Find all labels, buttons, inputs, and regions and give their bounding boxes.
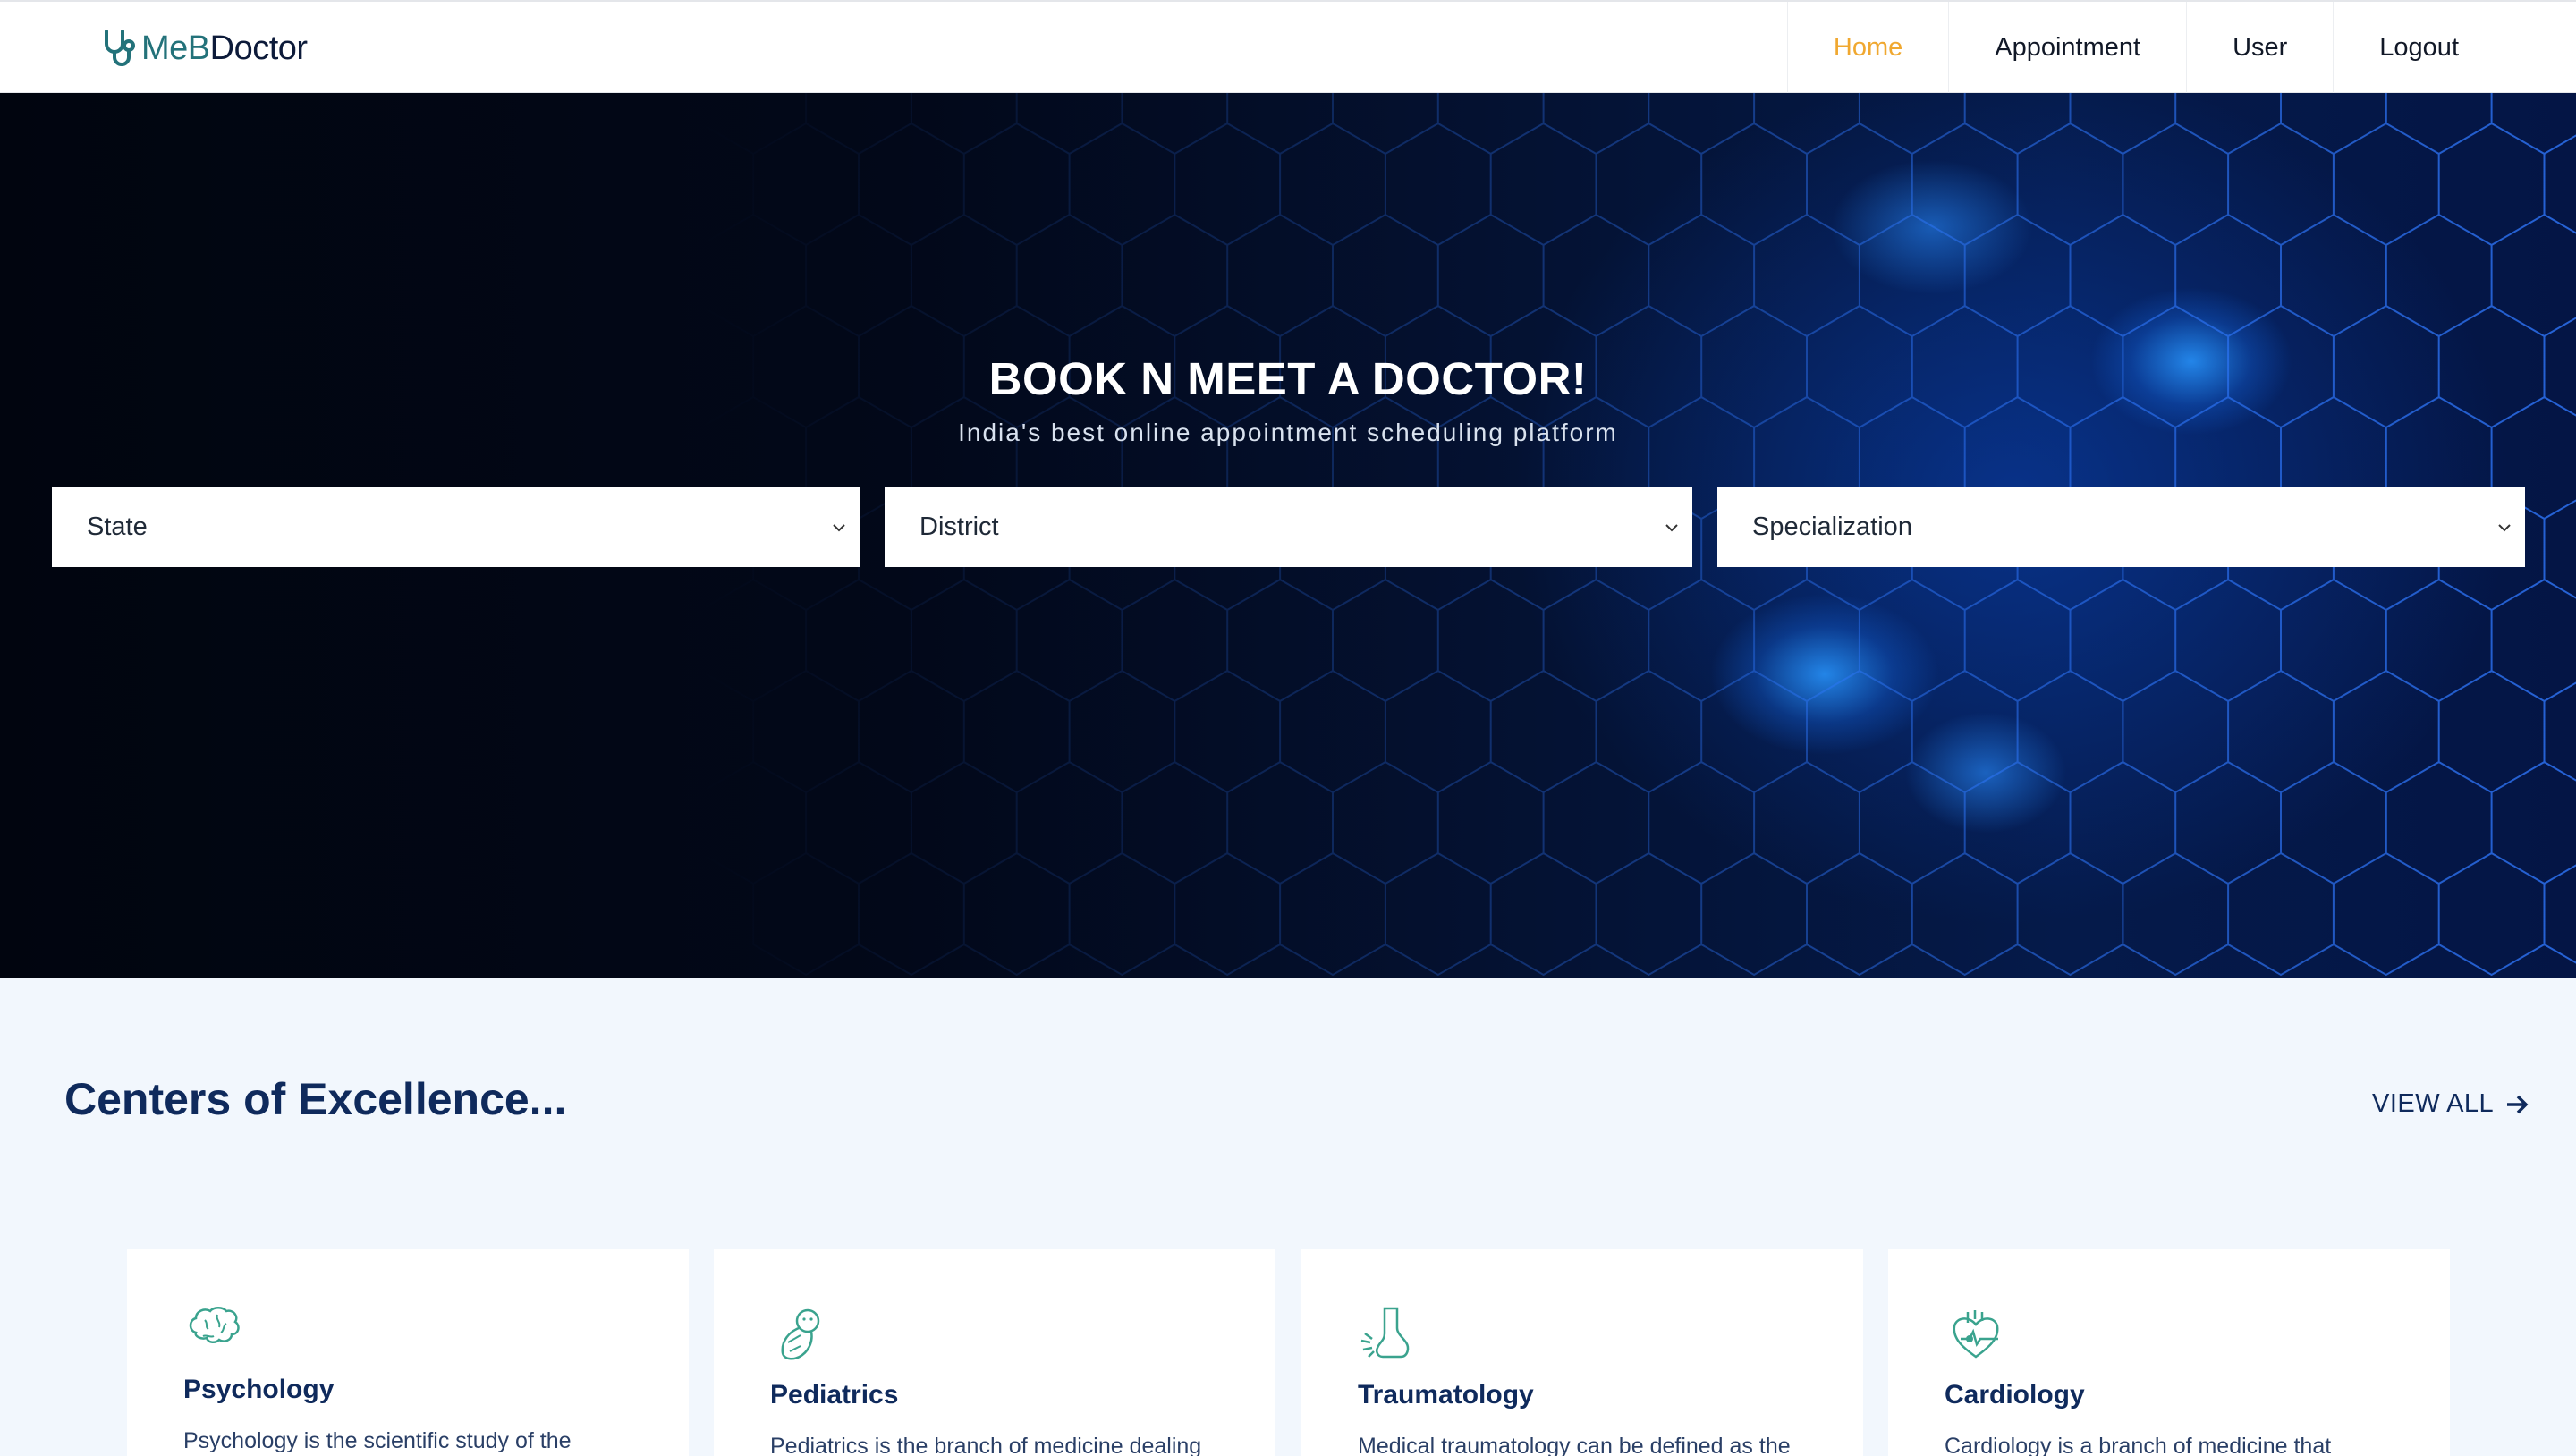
chevron-down-icon	[2498, 524, 2511, 532]
nav-home[interactable]: Home	[1786, 2, 1948, 93]
injured-foot-icon	[1360, 1307, 1410, 1359]
district-select-value: District	[919, 512, 999, 541]
view-all-link[interactable]: VIEW ALL	[2372, 1089, 2529, 1119]
chevron-down-icon	[1665, 524, 1678, 532]
card-title: Cardiology	[1945, 1380, 2085, 1409]
navbar: MeBDoctor Home Appointment User Logout	[0, 0, 2576, 93]
card-pediatrics[interactable]: Pediatrics Pediatrics is the branch of m…	[714, 1249, 1275, 1456]
brand-name-part2: Doctor	[209, 29, 308, 67]
card-title: Pediatrics	[770, 1380, 899, 1409]
card-title: Psychology	[183, 1375, 335, 1404]
brain-icon	[189, 1307, 240, 1343]
nav-appointment[interactable]: Appointment	[1948, 2, 2186, 93]
hero-title: BOOK N MEET A DOCTOR!	[988, 353, 1588, 404]
card-description: Cardiology is a branch of medicine that	[1945, 1434, 2332, 1456]
card-title: Traumatology	[1358, 1380, 1534, 1409]
state-select[interactable]: State	[52, 487, 860, 567]
nav-logout[interactable]: Logout	[2333, 2, 2504, 93]
card-description: Pediatrics is the branch of medicine dea…	[770, 1434, 1202, 1456]
nav-user[interactable]: User	[2186, 2, 2333, 93]
brand-name-part1: MeB	[141, 29, 210, 67]
brand-name: MeBDoctor	[141, 30, 308, 68]
specialization-select[interactable]: Specialization	[1717, 487, 2525, 567]
hero-banner: BOOK N MEET A DOCTOR! India's best onlin…	[0, 93, 2576, 978]
specialization-select-value: Specialization	[1752, 512, 1912, 541]
stethoscope-icon	[105, 30, 135, 66]
district-select[interactable]: District	[885, 487, 1692, 567]
card-description: Psychology is the scientific study of th…	[183, 1428, 572, 1453]
card-psychology[interactable]: Psychology Psychology is the scientific …	[127, 1249, 689, 1456]
chevron-down-icon	[833, 524, 845, 532]
arrow-right-icon	[2507, 1095, 2529, 1113]
brand-logo[interactable]: MeBDoctor	[102, 21, 308, 75]
view-all-label: VIEW ALL	[2372, 1089, 2495, 1118]
card-description: Medical traumatology can be defined as t…	[1358, 1434, 1791, 1456]
card-cardiology[interactable]: Cardiology Cardiology is a branch of med…	[1888, 1249, 2450, 1456]
card-traumatology[interactable]: Traumatology Medical traumatology can be…	[1301, 1249, 1863, 1456]
baby-icon	[781, 1308, 820, 1360]
heart-icon	[1953, 1310, 1999, 1359]
main-nav: Home Appointment User Logout	[1786, 2, 2504, 93]
state-select-value: State	[87, 512, 148, 541]
centers-title: Centers of Excellence...	[64, 1074, 567, 1124]
hero-subtitle: India's best online appointment scheduli…	[958, 419, 1618, 446]
